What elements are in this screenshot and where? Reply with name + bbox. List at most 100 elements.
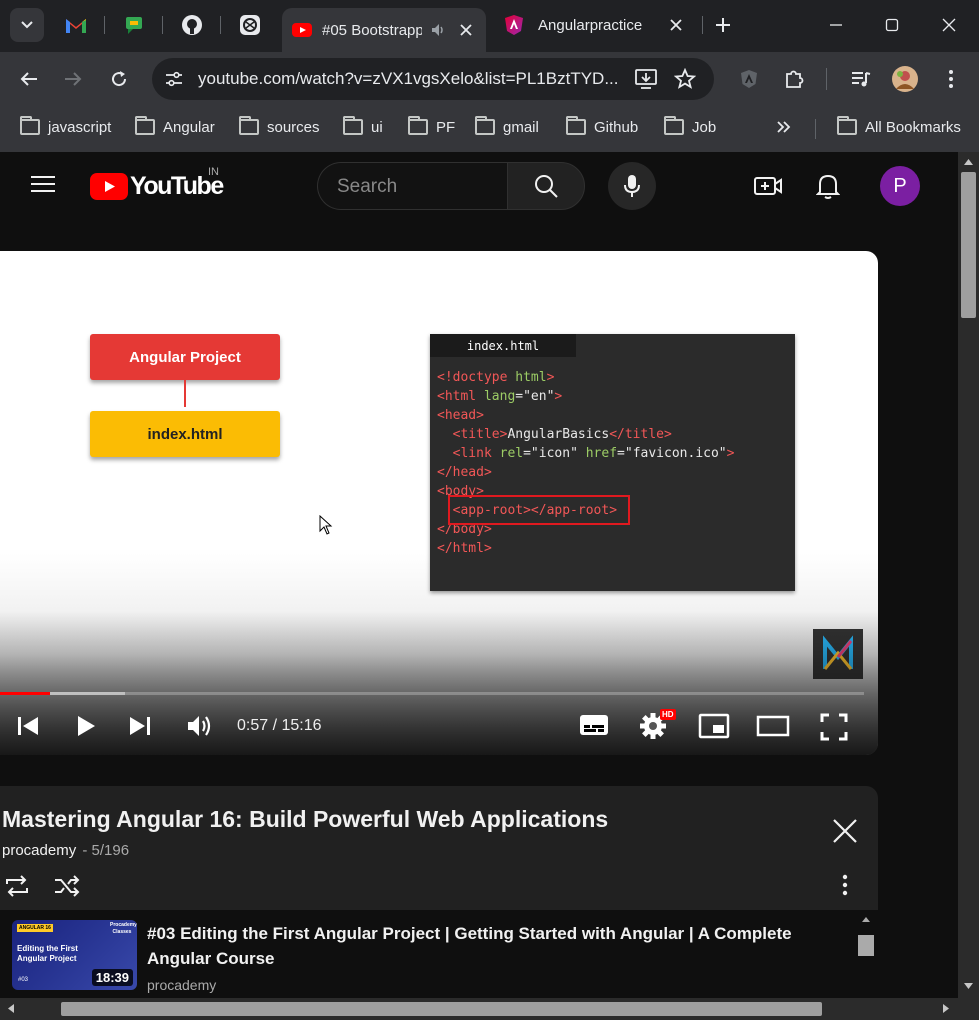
- arrow-right-icon: [65, 72, 82, 86]
- play-icon: [78, 716, 95, 736]
- extensions-button[interactable]: [779, 64, 809, 94]
- youtube-logo-icon: [90, 172, 128, 200]
- bookmark-folder-github[interactable]: Github: [566, 116, 638, 138]
- forward-button[interactable]: [58, 64, 88, 94]
- address-bar[interactable]: youtube.com/watch?v=zVX1vgsXelo&list=PL1…: [152, 58, 714, 100]
- bookmark-label: All Bookmarks: [865, 118, 961, 136]
- code-listing: <!doctype html> <html lang="en"> <head> …: [437, 370, 735, 556]
- maximize-icon: [885, 18, 899, 32]
- theater-mode-button[interactable]: [756, 715, 790, 742]
- install-app-icon[interactable]: [634, 68, 658, 90]
- close-window-button[interactable]: [929, 10, 969, 40]
- create-button[interactable]: [753, 174, 783, 203]
- tab-github[interactable]: [174, 8, 210, 42]
- bookmark-label: Github: [594, 118, 639, 136]
- page-vertical-scrollbar[interactable]: [958, 152, 979, 998]
- play-button[interactable]: [76, 715, 96, 742]
- video-title[interactable]: #03 Editing the First Angular Project | …: [147, 921, 807, 971]
- previous-button[interactable]: [16, 715, 40, 742]
- youtube-page: YouTube IN Search P Angular Project inde…: [0, 152, 958, 1020]
- google-chat-icon: [126, 17, 142, 34]
- tab-angularpractice[interactable]: Angularpractice: [498, 8, 694, 42]
- bookmark-folder-ui[interactable]: ui: [343, 116, 383, 138]
- playlist-more-button[interactable]: [842, 874, 848, 901]
- miniplayer-button[interactable]: [698, 713, 730, 744]
- mute-button[interactable]: [186, 713, 214, 744]
- playlist-channel[interactable]: procademy: [2, 842, 76, 859]
- search-input[interactable]: Search: [317, 162, 507, 210]
- search-placeholder: Search: [337, 176, 398, 197]
- scroll-down-icon[interactable]: [963, 983, 974, 990]
- tab-title: #05 Bootstrapping: [322, 21, 422, 39]
- progress-bar[interactable]: [0, 692, 864, 695]
- bookmarks-overflow-button[interactable]: [776, 116, 792, 138]
- code-tab-label: index.html: [430, 334, 576, 357]
- voice-search-button[interactable]: [608, 162, 656, 210]
- slide-connector-arrow: [184, 380, 186, 407]
- bookmark-folder-angular[interactable]: Angular: [135, 116, 215, 138]
- skip-next-icon: [130, 717, 150, 735]
- more-vertical-icon: [949, 70, 953, 88]
- video-channel[interactable]: procademy: [147, 977, 216, 993]
- account-avatar[interactable]: P: [880, 166, 920, 206]
- video-player[interactable]: Angular Project index.html index.html <!…: [0, 251, 878, 755]
- youtube-logo[interactable]: YouTube IN: [90, 166, 224, 200]
- site-settings-icon[interactable]: [164, 70, 184, 88]
- guide-menu-button[interactable]: [30, 174, 58, 196]
- video-thumbnail[interactable]: ANGULAR 16 Procademy Classes Editing the…: [12, 920, 137, 990]
- scroll-up-icon[interactable]: [963, 158, 974, 165]
- bookmark-star-icon[interactable]: [674, 68, 696, 90]
- next-button[interactable]: [128, 715, 152, 742]
- slide-code-panel: index.html <!doctype html> <html lang="e…: [430, 334, 795, 591]
- playlist-scroll-thumb[interactable]: [858, 935, 874, 956]
- angular-devtools-extension[interactable]: [734, 64, 764, 94]
- new-tab-button[interactable]: [708, 8, 738, 42]
- code-highlight-box: [448, 495, 630, 525]
- hamburger-menu-icon: [31, 176, 55, 192]
- horizontal-scroll-thumb[interactable]: [61, 1002, 822, 1016]
- shuffle-button[interactable]: [53, 874, 81, 903]
- skip-previous-icon: [18, 717, 38, 735]
- double-chevron-right-icon: [777, 121, 791, 133]
- close-tab-icon[interactable]: [460, 24, 472, 36]
- minimize-button[interactable]: [816, 10, 856, 40]
- close-playlist-button[interactable]: [832, 818, 858, 849]
- search-button[interactable]: [507, 162, 585, 210]
- vertical-scroll-thumb[interactable]: [961, 172, 976, 318]
- folder-icon: [566, 116, 586, 135]
- tab-gmail[interactable]: [58, 8, 94, 42]
- bookmark-folder-sources[interactable]: sources: [239, 116, 320, 138]
- time-display: 0:57 / 15:16: [237, 717, 322, 734]
- loop-playlist-button[interactable]: [3, 874, 31, 903]
- bookmark-folder-javascript[interactable]: javascript: [20, 116, 111, 138]
- speaker-icon[interactable]: [430, 22, 446, 38]
- reload-button[interactable]: [104, 64, 134, 94]
- close-tab-icon[interactable]: [670, 19, 682, 31]
- bookmark-folder-job[interactable]: Job: [664, 116, 716, 138]
- tab-search-button[interactable]: [10, 8, 44, 42]
- bookmark-folder-pf[interactable]: PF: [408, 116, 455, 138]
- all-bookmarks-button[interactable]: All Bookmarks: [837, 116, 961, 138]
- thumb-badge: ANGULAR 16: [17, 924, 53, 932]
- page-horizontal-scrollbar[interactable]: [0, 998, 958, 1020]
- video-duration: 18:39: [91, 969, 133, 986]
- thumb-brand: Procademy Classes: [110, 922, 137, 935]
- subtitles-button[interactable]: [579, 713, 609, 742]
- media-controls-button[interactable]: [846, 64, 876, 94]
- tab-youtube-active[interactable]: #05 Bootstrapping: [282, 8, 486, 52]
- profile-button[interactable]: [890, 64, 920, 94]
- browser-toolbar: youtube.com/watch?v=zVX1vgsXelo&list=PL1…: [0, 52, 979, 106]
- back-button[interactable]: [14, 64, 44, 94]
- playlist-title[interactable]: Mastering Angular 16: Build Powerful Web…: [2, 806, 608, 833]
- chrome-menu-button[interactable]: [936, 64, 966, 94]
- bookmark-folder-gmail[interactable]: gmail: [475, 116, 539, 138]
- tab-chatgpt[interactable]: [232, 8, 268, 42]
- tab-google-chat[interactable]: [116, 8, 152, 42]
- notifications-button[interactable]: [815, 172, 841, 205]
- fullscreen-button[interactable]: [820, 713, 848, 746]
- scroll-right-icon[interactable]: [943, 1003, 950, 1014]
- settings-button[interactable]: HD: [638, 709, 676, 746]
- maximize-button[interactable]: [872, 10, 912, 40]
- scroll-left-icon[interactable]: [7, 1003, 14, 1014]
- theater-mode-icon: [756, 715, 790, 737]
